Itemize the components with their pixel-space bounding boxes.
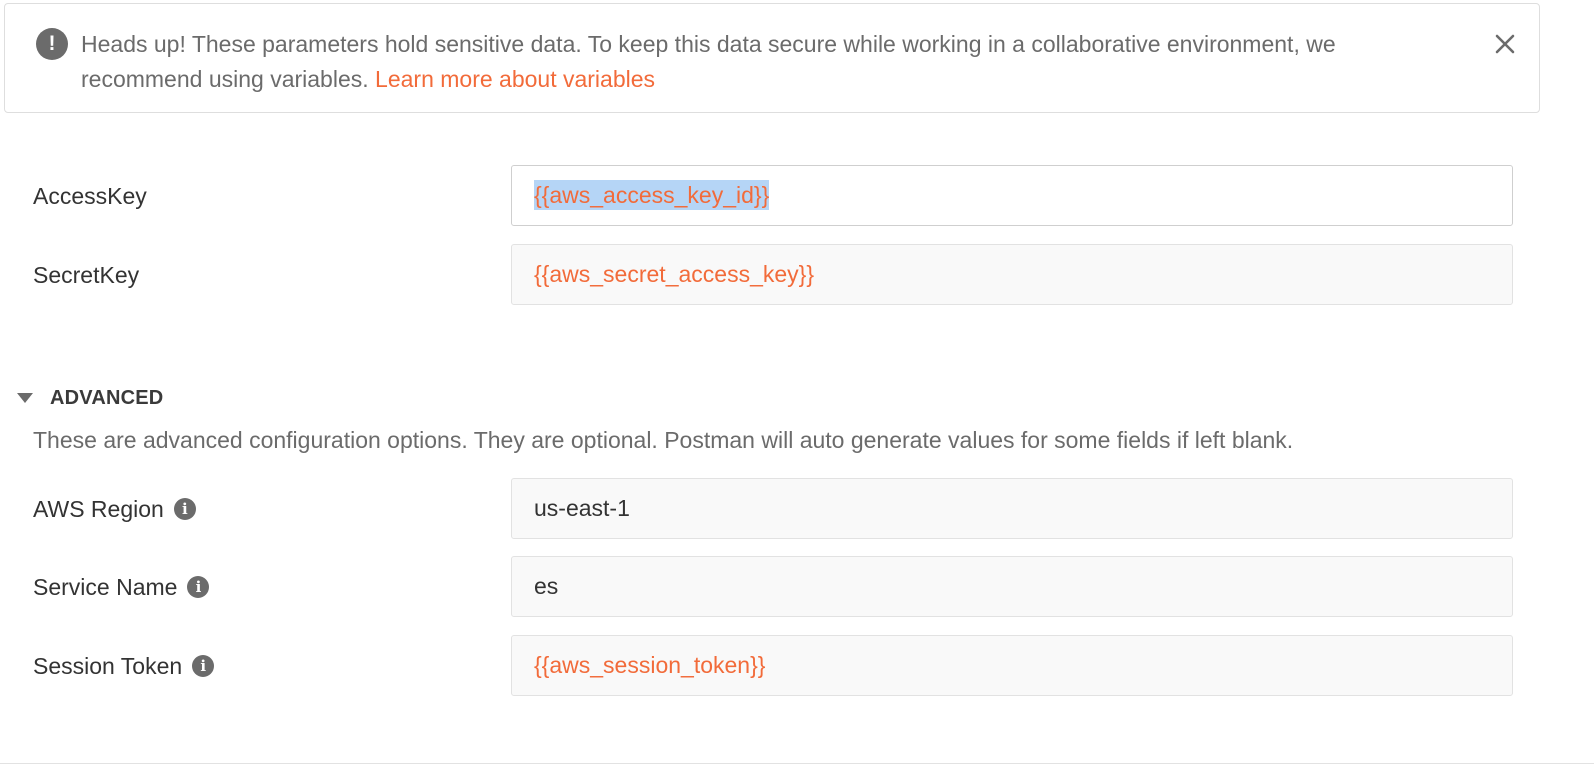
session-token-input[interactable]: {{aws_session_token}} <box>511 635 1513 696</box>
info-icon[interactable]: i <box>173 497 196 520</box>
session-token-label: Session Token i <box>33 651 215 681</box>
bottom-divider <box>0 763 1594 764</box>
advanced-section-description: These are advanced configuration options… <box>33 427 1294 453</box>
warning-message: Heads up! These parameters hold sensitiv… <box>81 27 1461 97</box>
secret-key-input[interactable]: {{aws_secret_access_key}} <box>511 244 1513 305</box>
learn-more-variables-link[interactable]: Learn more about variables <box>375 66 655 92</box>
service-name-value: es <box>534 573 559 599</box>
close-icon[interactable] <box>1488 27 1522 61</box>
advanced-section-title: ADVANCED <box>50 386 164 409</box>
aws-region-value: us-east-1 <box>534 495 630 521</box>
service-name-label: Service Name i <box>33 572 210 602</box>
advanced-section-toggle[interactable]: ADVANCED <box>17 383 163 413</box>
info-icon[interactable]: i <box>187 575 210 598</box>
caret-down-icon <box>17 393 33 403</box>
aws-region-label: AWS Region i <box>33 494 196 524</box>
service-name-input[interactable]: es <box>511 556 1513 617</box>
info-icon[interactable]: i <box>192 654 215 677</box>
sensitive-data-warning-banner: ! Heads up! These parameters hold sensit… <box>4 3 1540 113</box>
warning-message-text: Heads up! These parameters hold sensitiv… <box>81 31 1336 92</box>
session-token-value: {{aws_session_token}} <box>534 652 766 678</box>
secret-key-value: {{aws_secret_access_key}} <box>534 261 815 287</box>
exclamation-circle-icon: ! <box>36 28 68 60</box>
access-key-input[interactable]: {{aws_access_key_id}} <box>511 165 1513 226</box>
session-token-label-text: Session Token <box>33 653 183 679</box>
secret-key-label: SecretKey <box>33 262 140 288</box>
aws-region-input[interactable]: us-east-1 <box>511 478 1513 539</box>
access-key-value: {{aws_access_key_id}} <box>534 180 770 210</box>
aws-region-label-text: AWS Region <box>33 496 164 522</box>
access-key-label: AccessKey <box>33 183 147 209</box>
service-name-label-text: Service Name <box>33 574 178 600</box>
